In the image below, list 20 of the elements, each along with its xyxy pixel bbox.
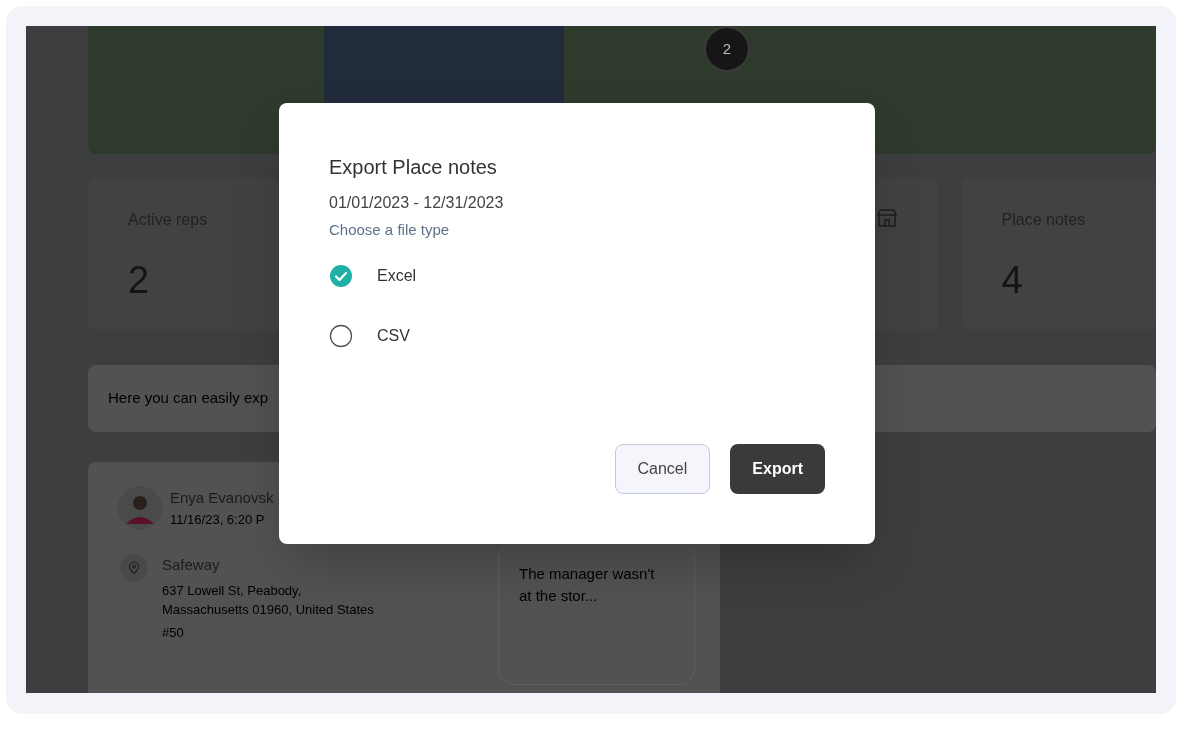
file-type-prompt: Choose a file type [329,220,451,240]
address-line: 637 Lowell St, Peabody, [162,581,303,600]
export-button[interactable]: Export [730,444,825,494]
avatar [118,486,162,530]
date-range: 01/01/2023 - 12/31/2023 [329,193,505,213]
dialog-title: Export Place notes [329,155,498,180]
cluster-marker[interactable]: 2 [704,26,750,72]
place-number: #50 [162,623,185,642]
note-time: 11/16/23, 6:20 P [170,510,266,529]
info-text: Here you can easily exp [108,388,269,409]
radio-checked[interactable] [329,263,353,288]
radio-unchecked[interactable] [329,323,353,348]
file-type-option[interactable]: Excel [329,263,417,288]
place-name: Safeway [162,555,221,575]
address-line: Massachusetts 01960, United States [162,600,374,619]
store-icon [875,206,900,230]
location-pin-icon [120,554,148,582]
cancel-button[interactable]: Cancel [614,444,711,494]
note-text: The manager wasn't at the stor... [519,564,656,606]
file-type-option[interactable]: CSV [329,323,410,348]
